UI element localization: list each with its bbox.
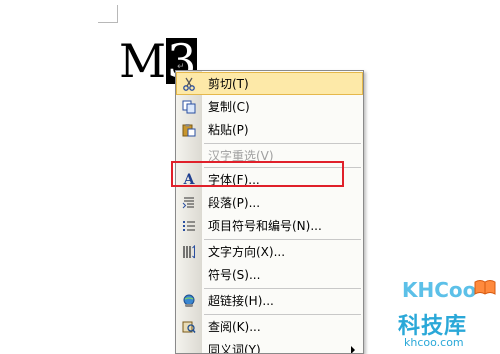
menu-item-symbol-label: 符号(S)... xyxy=(208,268,261,282)
menu-item-symbol[interactable]: 符号(S)... xyxy=(176,263,363,286)
scissors-icon xyxy=(180,75,198,92)
menu-item-bullets-numbering[interactable]: 项目符号和编号(N)... xyxy=(176,214,363,237)
menu-item-bullets-numbering-label: 项目符号和编号(N)... xyxy=(208,219,322,233)
menu-item-synonyms-label: 同义词(Y) xyxy=(208,343,261,354)
bullets-icon xyxy=(180,217,198,234)
watermark-url: khcoo.com xyxy=(404,336,464,349)
paragraph-icon xyxy=(180,194,198,211)
menu-item-paragraph[interactable]: 段落(P)... xyxy=(176,191,363,214)
menu-item-copy-label: 复制(C) xyxy=(208,100,250,114)
menu-item-cut-label: 剪切(T) xyxy=(208,77,249,91)
hyperlink-icon xyxy=(180,292,198,309)
menu-item-research[interactable]: 查阅(K)... xyxy=(176,315,363,338)
research-icon xyxy=(180,318,198,335)
watermark-logo: KHCoo xyxy=(402,278,477,302)
annotation-highlight-box xyxy=(171,161,344,187)
document-text-plain[interactable]: M xyxy=(119,38,166,84)
menu-item-hyperlink-label: 超链接(H)... xyxy=(208,294,274,308)
crop-mark-horizontal xyxy=(98,22,118,23)
submenu-arrow-icon xyxy=(351,346,355,353)
menu-item-research-label: 查阅(K)... xyxy=(208,320,261,334)
menu-item-paragraph-label: 段落(P)... xyxy=(208,196,261,210)
copy-icon xyxy=(180,98,198,115)
menu-item-copy[interactable]: 复制(C) xyxy=(176,95,363,118)
menu-item-text-direction-label: 文字方向(X)... xyxy=(208,245,286,259)
menu-item-hyperlink[interactable]: 超链接(H)... xyxy=(176,289,363,312)
menu-item-text-direction[interactable]: 文字方向(X)... xyxy=(176,240,363,263)
paste-icon xyxy=(180,121,198,138)
book-icon xyxy=(474,280,496,295)
text-direction-icon xyxy=(180,243,198,260)
crop-mark-vertical xyxy=(117,5,118,23)
context-menu: 剪切(T) 复制(C) 粘贴(P) 汉字重选(V) A 字体(F)... 段落(… xyxy=(175,70,364,354)
menu-item-paste[interactable]: 粘贴(P) xyxy=(176,118,363,141)
menu-item-paste-label: 粘贴(P) xyxy=(208,123,249,137)
site-watermark: KHCoo 科技库 khcoo.com xyxy=(392,272,498,350)
menu-item-cut[interactable]: 剪切(T) xyxy=(176,72,363,95)
